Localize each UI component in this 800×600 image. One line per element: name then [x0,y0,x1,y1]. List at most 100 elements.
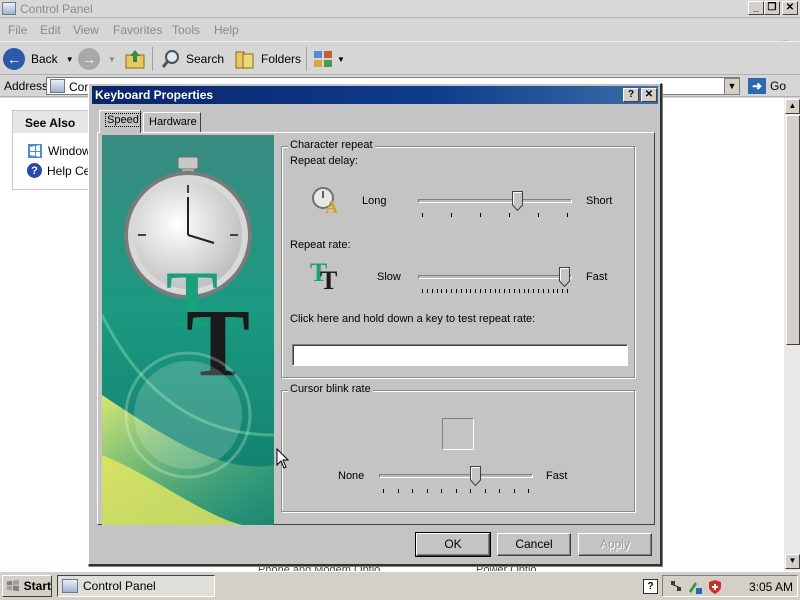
dialog-title: Keyboard Properties [95,88,214,102]
slider-tick [494,289,496,293]
slider-tick [383,489,384,493]
search-button[interactable]: Search [160,46,224,72]
tab-hardware[interactable]: Hardware [143,112,201,132]
menu-favorites[interactable]: Favorites [113,23,162,37]
test-repeat-input[interactable] [292,344,628,366]
repeat-rate-slider-thumb[interactable] [559,267,570,287]
svg-text:A: A [325,197,338,215]
repeat-rate-min-label: Slow [377,271,401,283]
slider-tick [480,213,481,217]
slider-tick [509,213,510,217]
slider-tick [441,289,443,293]
slider-tick [523,289,525,293]
slider-tick [513,289,515,293]
close-button[interactable]: ✕ [782,1,798,15]
control-panel-icon [50,79,65,93]
slider-tick [465,289,467,293]
cursor-blink-slider-track[interactable] [379,474,533,478]
slider-tick [528,289,530,293]
scroll-up-button[interactable]: ▲ [785,99,800,114]
go-label: Go [770,79,787,93]
keyboard-stopwatch-illustration: T T [102,135,274,525]
see-also-windows-link[interactable]: Windows [27,143,97,159]
slider-tick [451,289,452,293]
see-also-help-link[interactable]: ? Help Cen [27,163,97,178]
menu-bar: File Edit View Favorites Tools Help [0,19,800,55]
cancel-button[interactable]: Cancel [497,533,571,556]
security-shield-icon[interactable] [707,579,723,595]
apply-button[interactable]: Apply [578,533,652,556]
system-tray: ? 3:05 AM [643,575,798,597]
menu-view[interactable]: View [73,23,99,37]
slider-tick [567,213,568,217]
up-folder-button[interactable] [124,46,146,72]
menu-help[interactable]: Help [214,23,239,37]
clock: 3:05 AM [749,580,794,594]
slider-tick [567,289,568,293]
repeat-rate-slider-track[interactable] [418,275,572,279]
folders-button[interactable]: Folders [234,46,301,72]
scroll-down-button[interactable]: ▼ [785,554,800,569]
tab-speed[interactable]: Speed [99,110,141,133]
back-button[interactable]: ← Back ▼ [3,46,74,72]
forward-button[interactable]: → ▼ [78,46,116,72]
slider-tick [484,289,486,293]
keyboard-properties-dialog: Keyboard Properties ? ✕ Hardware T T Cha… [88,83,662,566]
help-button[interactable]: ? [623,88,639,102]
go-button[interactable]: ➜ Go [748,77,798,95]
views-icon [314,51,332,67]
up-folder-icon [125,50,145,69]
repeat-rate-ticks [422,289,568,295]
speed-tab-page: T T Character repeat Repeat delay: A Lon… [97,132,655,525]
start-button[interactable]: Start [2,575,52,597]
network-tray-icon[interactable] [669,579,683,595]
back-dropdown-icon[interactable]: ▼ [66,55,74,64]
taskbar: Start Control Panel ? 3:05 AM [0,571,800,600]
cursor-blink-preview [442,418,474,450]
views-button[interactable]: ▼ [312,46,345,72]
see-also-title: See Also [25,116,76,130]
svg-text:T: T [320,266,337,291]
slider-tick [470,289,472,293]
forward-dropdown-icon[interactable]: ▼ [108,55,116,64]
slider-tick [533,289,535,293]
ok-button[interactable]: OK [415,532,491,557]
see-also-header: See Also [13,111,95,133]
slider-tick [451,213,452,217]
back-arrow-icon: ← [3,48,25,70]
tab-hardware-label: Hardware [149,116,197,128]
address-dropdown-button[interactable]: ▼ [724,78,740,95]
repeat-delay-max-label: Short [586,195,613,207]
slider-tick [538,289,539,293]
slider-tick [422,289,423,293]
cursor-blink-slider-thumb[interactable] [469,466,481,486]
scrollbar-thumb[interactable] [786,115,800,345]
connection-tray-icon[interactable] [687,579,703,595]
menu-tools[interactable]: Tools [172,23,200,37]
start-label: Start [23,579,51,593]
menu-edit[interactable]: Edit [40,23,61,37]
menu-file[interactable]: File [8,23,27,37]
repeat-delay-slider-thumb[interactable] [511,191,523,211]
slider-tick [475,289,477,293]
slider-tick [518,289,520,293]
dialog-close-button[interactable]: ✕ [641,88,657,102]
taskbar-control-panel-button[interactable]: Control Panel [57,575,215,597]
slider-tick [426,489,428,493]
repeat-delay-slider-track[interactable] [418,199,572,203]
slider-tick [455,289,457,293]
cursor-blink-group: Cursor blink rate None Fast [281,383,635,512]
slider-tick [562,289,564,293]
restore-button[interactable]: ❐ [764,1,780,15]
slider-tick [397,489,399,493]
minimize-button[interactable]: _ [748,1,764,15]
folders-label: Folders [261,52,302,66]
repeat-delay-min-label: Long [362,195,387,207]
slider-tick [513,489,515,493]
window-title: Control Panel [20,2,93,16]
character-repeat-legend: Character repeat [288,139,375,151]
help-tray-icon[interactable]: ? [643,579,658,594]
slider-tick [431,289,433,293]
character-repeat-group: Character repeat Repeat delay: A Long Sh… [281,139,635,378]
taskbar-control-panel-label: Control Panel [83,579,156,593]
